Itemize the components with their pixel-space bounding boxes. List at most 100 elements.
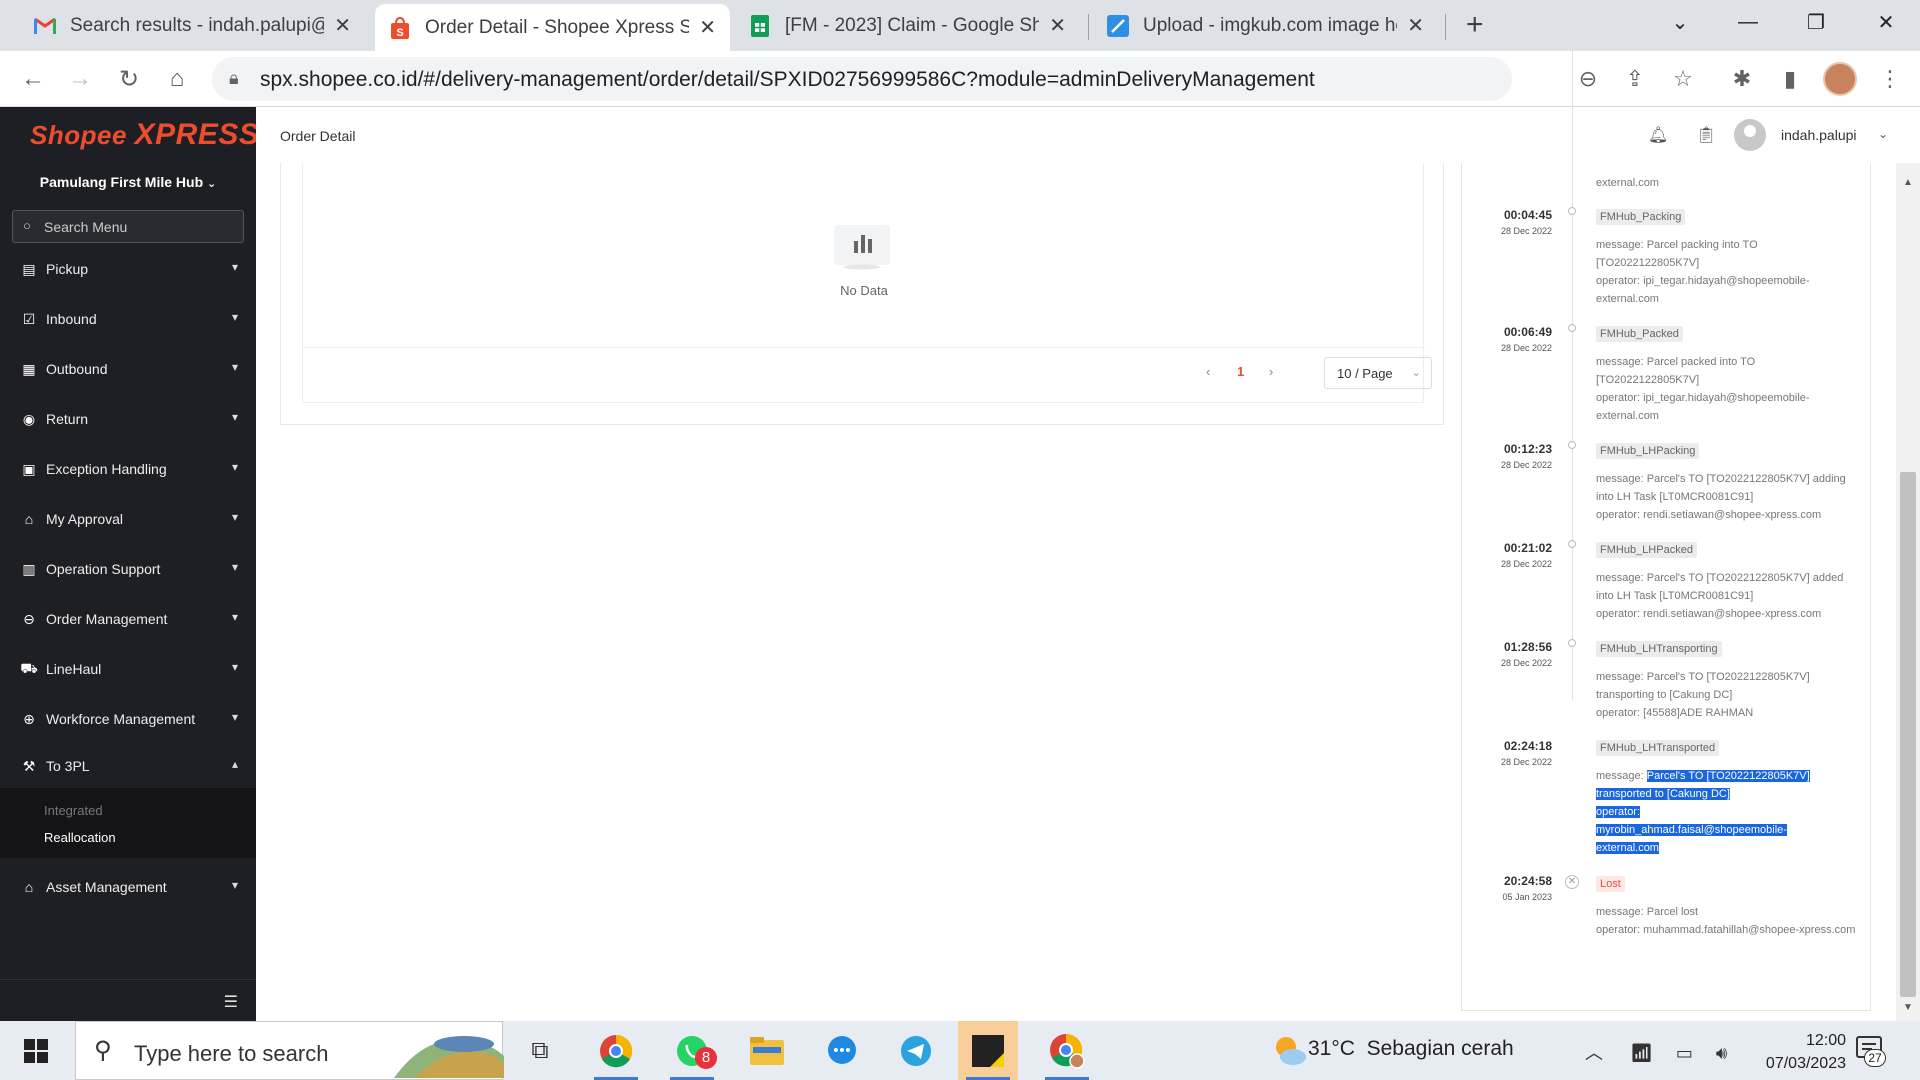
profile-avatar[interactable]	[1823, 62, 1857, 96]
tab-separator	[1445, 14, 1446, 40]
3pl-icon: ⚒	[22, 757, 36, 774]
timeline-date: 05 Jan 2023	[1502, 892, 1552, 902]
chrome-profile-taskbar-icon[interactable]	[1037, 1021, 1097, 1080]
sidebar: Shopee XPRESS Pamulang First Mile Hub ⌄ …	[0, 107, 259, 1021]
forward-icon[interactable]: →	[62, 61, 98, 97]
clipboard-icon[interactable]: 📋︎	[1696, 125, 1716, 145]
scroll-down-icon[interactable]: ▼	[1900, 1002, 1916, 1013]
messenger-taskbar-icon[interactable]	[812, 1021, 872, 1080]
whatsapp-badge: 8	[695, 1047, 717, 1069]
tray-chevron-up-icon[interactable]: ︿	[1585, 1043, 1603, 1063]
wifi-icon[interactable]: 📶︎	[1630, 1043, 1653, 1063]
bookmark-star-icon[interactable]: ☆	[1667, 63, 1699, 95]
operation-support-icon: ▥	[22, 560, 36, 577]
timeline-status-tag: FMHub_Packed	[1596, 326, 1683, 342]
timeline-time: 00:12:23	[1503, 442, 1552, 456]
tab-order-detail[interactable]: S Order Detail - Shopee Xpress Sys ✕	[375, 4, 730, 51]
home-icon[interactable]: ⌂	[159, 61, 195, 97]
page-number-current[interactable]: 1	[1237, 364, 1244, 379]
scroll-up-icon[interactable]: ▲	[1900, 177, 1916, 188]
close-icon[interactable]: ✕	[1049, 13, 1066, 38]
telegram-taskbar-icon[interactable]	[886, 1021, 946, 1080]
tab-gmail[interactable]: Search results - indah.palupi@sho ✕	[20, 0, 365, 51]
whatsapp-taskbar-icon[interactable]: 8	[662, 1021, 722, 1080]
chevron-down-icon[interactable]: ⌄	[1878, 127, 1888, 141]
taskbar-search-input[interactable]: ⚲ Type here to search	[75, 1021, 504, 1080]
timeline-date: 28 Dec 2022	[1500, 559, 1552, 569]
menu-kebab-icon[interactable]: ⋮	[1874, 63, 1906, 95]
scrollbar-thumb[interactable]	[1900, 472, 1916, 997]
chevron-down-icon: ▾	[231, 460, 238, 474]
chevron-down-icon: ▾	[231, 560, 238, 574]
chevron-down-icon: ▾	[231, 510, 238, 524]
volume-icon[interactable]: 🔊︎	[1716, 1043, 1727, 1063]
truck-icon: ⛟	[20, 659, 38, 676]
restore-icon[interactable]: ❐	[1788, 0, 1844, 44]
gmail-icon	[34, 15, 56, 37]
username[interactable]: indah.palupi	[1781, 127, 1857, 143]
sticky-notes-taskbar-icon[interactable]	[958, 1021, 1018, 1080]
window-close-icon[interactable]: ✕	[1858, 0, 1914, 44]
menu-search-input[interactable]: ○ Search Menu	[12, 210, 244, 243]
minimize-icon[interactable]: —	[1720, 0, 1776, 44]
sidebar-item-asset-management[interactable]: ⌂ Asset Management ▾	[0, 862, 256, 912]
timeline-dot	[1568, 639, 1576, 647]
sidebar-item-operation-support[interactable]: ▥ Operation Support ▾	[0, 544, 256, 594]
battery-icon[interactable]: ▭	[1676, 1043, 1693, 1063]
address-bar[interactable]: 🔒︎ spx.shopee.co.id/#/delivery-managemen…	[212, 57, 1512, 101]
collapse-menu-icon[interactable]: ☰	[224, 992, 238, 1012]
sidebar-item-workforce-management[interactable]: ⊕ Workforce Management ▾	[0, 694, 256, 744]
page-title: Order Detail	[280, 128, 356, 144]
close-icon[interactable]: ✕	[1407, 13, 1424, 38]
timeline-event-details: message: Parcel's TO [TO2022122805K7V] t…	[1596, 671, 1810, 719]
back-icon[interactable]: ←	[15, 61, 51, 97]
prev-page-icon[interactable]: ‹	[1206, 364, 1210, 379]
close-icon[interactable]: ✕	[334, 13, 351, 38]
weather-widget[interactable]: 31°C Sebagian cerah	[1308, 1037, 1514, 1061]
page-size-select[interactable]: 10 / Page ⌄	[1324, 357, 1432, 389]
sidebar-item-return[interactable]: ◉ Return ▾	[0, 394, 256, 444]
browser-toolbar: ← → ↻ ⌂ 🔒︎ spx.shopee.co.id/#/delivery-m…	[0, 51, 1920, 107]
reload-icon[interactable]: ↻	[111, 61, 147, 97]
hub-selector[interactable]: Pamulang First Mile Hub ⌄	[0, 174, 256, 190]
submenu-item-integrated[interactable]: Integrated	[44, 803, 103, 818]
divider	[303, 347, 1425, 348]
tab-google-sheets[interactable]: [FM - 2023] Claim - Google Shee ✕	[735, 0, 1080, 51]
timeline-partial-text: external.com	[1596, 177, 1659, 189]
new-tab-icon[interactable]: +	[1466, 8, 1484, 42]
bell-icon[interactable]: 🔔︎	[1648, 125, 1668, 145]
task-view-icon[interactable]: ⧉	[510, 1021, 570, 1080]
timeline-status-tag: FMHub_LHPacked	[1596, 542, 1697, 558]
avatar[interactable]	[1734, 119, 1766, 151]
sidebar-item-linehaul[interactable]: ⛟ LineHaul ▾	[0, 644, 256, 694]
tab-search-chevron-icon[interactable]: ⌄	[1652, 0, 1708, 44]
file-explorer-icon[interactable]	[737, 1021, 797, 1080]
exception-icon: ▣	[22, 460, 36, 477]
timeline-dot	[1568, 540, 1576, 548]
chrome-taskbar-icon[interactable]	[586, 1021, 646, 1080]
notification-center-icon[interactable]: 27	[1855, 1035, 1886, 1067]
sidebar-item-my-approval[interactable]: ⌂ My Approval ▾	[0, 494, 256, 544]
shopee-xpress-logo[interactable]: Shopee XPRESS	[30, 118, 259, 152]
outbound-icon: ▦	[22, 360, 36, 377]
tab-imgkub[interactable]: Upload - imgkub.com image hos ✕	[1093, 0, 1438, 51]
windows-start-icon[interactable]	[0, 1021, 72, 1080]
sidebar-item-outbound[interactable]: ▦ Outbound ▾	[0, 344, 256, 394]
zoom-icon[interactable]: ⊖	[1572, 63, 1604, 95]
timeline-date: 28 Dec 2022	[1500, 757, 1552, 767]
sidebar-item-pickup[interactable]: ▤ Pickup ▾	[0, 244, 256, 294]
sidebar-item-exception-handling[interactable]: ▣ Exception Handling ▾	[0, 444, 256, 494]
sidebar-item-to-3pl[interactable]: ⚒ To 3PL ▴	[0, 744, 256, 788]
system-clock[interactable]: 12:00 07/03/2023	[1756, 1029, 1846, 1075]
timeline-time: 00:21:02	[1503, 541, 1552, 555]
workforce-icon: ⊕	[23, 710, 35, 727]
side-panel-icon[interactable]: ▮	[1774, 63, 1806, 95]
sidebar-item-order-management[interactable]: ⊖ Order Management ▾	[0, 594, 256, 644]
submenu-item-reallocation[interactable]: Reallocation	[44, 830, 116, 845]
sidebar-item-inbound[interactable]: ☑ Inbound ▾	[0, 294, 256, 344]
next-page-icon[interactable]: ›	[1269, 364, 1273, 379]
close-icon[interactable]: ✕	[699, 15, 716, 40]
share-icon[interactable]: ⇪	[1619, 63, 1651, 95]
notification-count: 27	[1864, 1049, 1886, 1067]
extensions-icon[interactable]: ✱	[1726, 63, 1758, 95]
